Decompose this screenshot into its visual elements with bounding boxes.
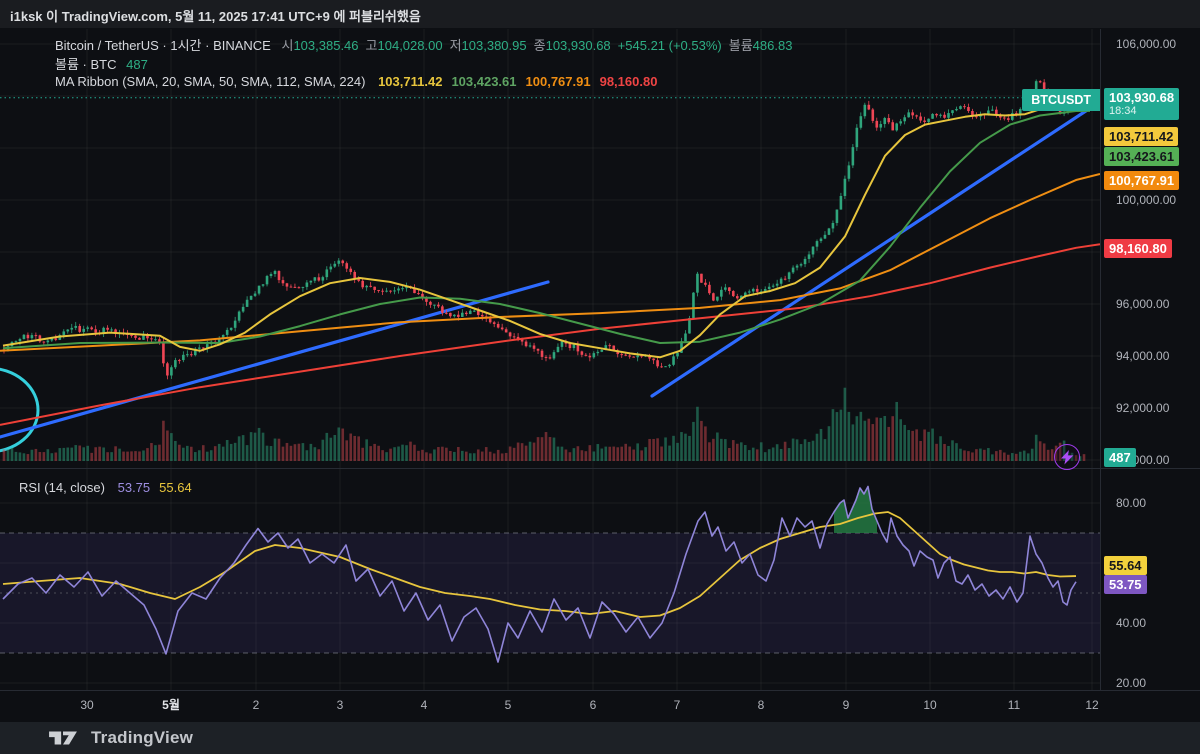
time-tick-label[interactable]: 5월 bbox=[162, 697, 180, 712]
ma-value: 103,423.61 bbox=[451, 74, 517, 89]
publication-info: i1ksk 이 TradingView.com, 5월 11, 2025 17:… bbox=[10, 9, 421, 24]
ma-ribbon-title: MA Ribbon (SMA, 20, SMA, 50, SMA, 112, S… bbox=[55, 74, 366, 89]
time-tick-label[interactable]: 5 bbox=[505, 698, 512, 712]
footer-bar: TradingView bbox=[0, 722, 1200, 754]
time-tick-label[interactable]: 12 bbox=[1085, 698, 1099, 712]
ma-ribbon-values: 103,711.42 103,423.61 100,767.91 98,160.80 bbox=[369, 74, 657, 89]
scale-tick-label[interactable]: 92,000.00 bbox=[1116, 401, 1170, 415]
ohlc-value: 103,385.46 bbox=[293, 38, 359, 53]
scale-badge-sma224: 98,160.80 bbox=[1104, 239, 1172, 258]
volume-legend-title: 볼륨 · BTC bbox=[55, 57, 117, 72]
ohlc-label: 볼륨 bbox=[728, 38, 753, 53]
ohlc-label: 시 bbox=[281, 38, 294, 53]
rsi-legend[interactable]: RSI (14, close) 53.75 55.64 bbox=[19, 480, 192, 496]
ohlc-label: 종 bbox=[533, 38, 546, 53]
tradingview-logo-icon[interactable] bbox=[45, 725, 81, 751]
time-tick-label[interactable]: 3 bbox=[337, 698, 344, 712]
symbol-tag: BTCUSDT bbox=[1022, 89, 1100, 111]
rsi-legend-title: RSI (14, close) bbox=[19, 480, 105, 495]
ma-value: 98,160.80 bbox=[599, 74, 658, 89]
ohlc-value: 104,028.00 bbox=[377, 38, 443, 53]
time-tick-label[interactable]: 10 bbox=[923, 698, 937, 712]
ohlc-values: 시103,385.46 고104,028.00 저103,380.95 종103,93… bbox=[274, 38, 792, 53]
scale-badge-rsi: 53.75 bbox=[1104, 575, 1147, 594]
symbol-title: Bitcoin / TetherUS · 1시간 · BINANCE bbox=[55, 38, 271, 53]
rsi-legend-values: 53.75 55.64 bbox=[109, 480, 192, 495]
ohlc-value: 486.83 bbox=[752, 38, 793, 53]
time-tick-label[interactable]: 8 bbox=[758, 698, 765, 712]
volume-legend[interactable]: 볼륨 · BTC 487 bbox=[55, 57, 148, 73]
ma-value: 103,711.42 bbox=[378, 74, 443, 89]
time-tick-label[interactable]: 4 bbox=[421, 698, 428, 712]
chart-canvas[interactable]: 106,000.00100,000.0096,000.0094,000.0092… bbox=[0, 28, 1200, 722]
ohlc-value: +545.21 (+0.53%) bbox=[617, 38, 722, 53]
scale-tick-label[interactable]: 106,000.00 bbox=[1116, 37, 1176, 51]
time-tick-label[interactable]: 30 bbox=[80, 698, 94, 712]
scale-tick-label[interactable]: 40.00 bbox=[1116, 616, 1146, 630]
scale-badge-last-price: 103,930.68 18:34 bbox=[1104, 88, 1180, 120]
scale-badge-sma20: 103,711.42 bbox=[1104, 127, 1179, 146]
time-tick-label[interactable]: 9 bbox=[843, 698, 850, 712]
boost-button[interactable] bbox=[1054, 444, 1080, 470]
symbol-legend[interactable]: Bitcoin / TetherUS · 1시간 · BINANCE 시103,… bbox=[55, 38, 792, 54]
rsi-value: 53.75 bbox=[117, 480, 151, 495]
publication-header: i1ksk 이 TradingView.com, 5월 11, 2025 17:… bbox=[0, 0, 1200, 28]
scale-tick-label[interactable]: 100,000.00 bbox=[1116, 193, 1176, 207]
volume-legend-value: 487 bbox=[126, 57, 148, 72]
scale-badge-sma50: 103,423.61 bbox=[1104, 147, 1180, 166]
time-tick-label[interactable]: 7 bbox=[674, 698, 681, 712]
scale-tick-label[interactable]: 96,000.00 bbox=[1116, 297, 1170, 311]
scale-badge-rsi-ma: 55.64 bbox=[1104, 556, 1147, 575]
ohlc-value: 103,930.68 bbox=[545, 38, 611, 53]
scale-badge-volume: 487 bbox=[1104, 448, 1136, 467]
scale-tick-label[interactable]: 20.00 bbox=[1116, 676, 1146, 690]
ohlc-label: 고 bbox=[365, 38, 378, 53]
published-chart-page: i1ksk 이 TradingView.com, 5월 11, 2025 17:… bbox=[0, 0, 1200, 754]
ohlc-value: 103,380.95 bbox=[461, 38, 527, 53]
lightning-icon bbox=[1060, 449, 1073, 464]
time-tick-label[interactable]: 6 bbox=[590, 698, 597, 712]
time-tick-label[interactable]: 11 bbox=[1008, 698, 1021, 712]
ma-value: 100,767.91 bbox=[525, 74, 591, 89]
scale-tick-label[interactable]: 80.00 bbox=[1116, 496, 1146, 510]
tradingview-brand[interactable]: TradingView bbox=[91, 728, 193, 748]
ma-ribbon-legend[interactable]: MA Ribbon (SMA, 20, SMA, 50, SMA, 112, S… bbox=[55, 74, 657, 90]
rsi-value: 55.64 bbox=[159, 480, 192, 495]
ohlc-label: 저 bbox=[449, 38, 462, 53]
scale-tick-label[interactable]: 94,000.00 bbox=[1116, 349, 1170, 363]
time-tick-label[interactable]: 2 bbox=[253, 698, 260, 712]
scale-badge-sma112: 100,767.91 bbox=[1104, 171, 1180, 190]
